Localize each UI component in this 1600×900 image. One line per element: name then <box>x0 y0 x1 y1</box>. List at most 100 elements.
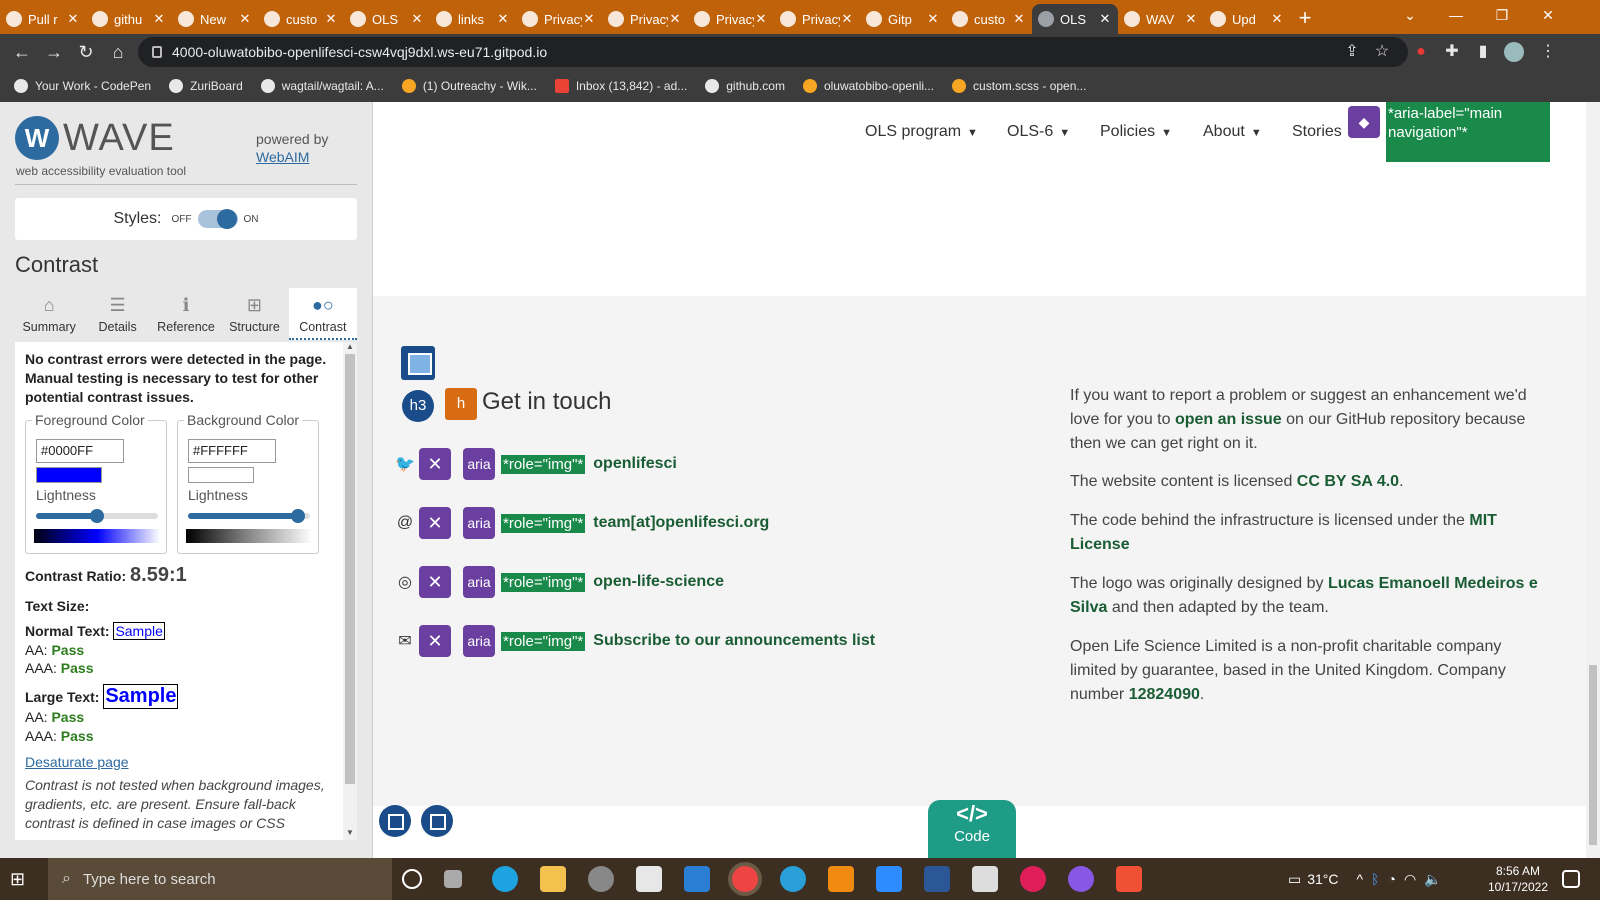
foreground-lightness-slider[interactable] <box>36 509 158 523</box>
reload-icon[interactable]: ↻ <box>70 36 102 68</box>
page-scrollbar[interactable] <box>1586 102 1600 858</box>
temperature[interactable]: 31°C <box>1307 871 1338 887</box>
volume-icon[interactable]: 🔈 <box>1424 871 1441 888</box>
scroll-up-arrow[interactable]: ▲ <box>343 342 357 354</box>
wave-tab-details[interactable]: ☰ Details <box>83 288 151 340</box>
panel-scrollbar[interactable]: ▲ ▼ <box>343 342 357 840</box>
browser-tab[interactable]: OLS ✕ <box>344 4 430 34</box>
bookmark-item[interactable]: custom.scss - open... <box>952 79 1086 93</box>
git-icon[interactable] <box>1116 866 1142 892</box>
browser-tab[interactable]: Privacy e✕ <box>602 4 688 34</box>
tab-search-icon[interactable]: ⌄ <box>1388 0 1432 30</box>
styles-toggle[interactable] <box>197 209 238 229</box>
nav-item[interactable]: Policies ▼ <box>1100 123 1172 141</box>
footer-landmark-icon[interactable] <box>401 346 435 380</box>
slack-icon[interactable] <box>1020 866 1046 892</box>
bookmark-item[interactable]: github.com <box>705 79 785 93</box>
contact-link[interactable]: openlifesci <box>593 455 677 473</box>
foreground-swatch[interactable] <box>36 467 102 483</box>
task-view-icon[interactable] <box>444 870 462 888</box>
chrome-icon[interactable] <box>732 866 758 892</box>
webaim-link[interactable]: WebAIM <box>256 149 309 165</box>
tab-close-icon[interactable]: ✕ <box>1098 11 1112 27</box>
wave-tab-summary[interactable]: ⌂ Summary <box>15 288 83 340</box>
slider-knob[interactable] <box>290 509 305 523</box>
minimize-icon[interactable]: — <box>1434 0 1478 30</box>
heading-alert-icon[interactable]: h <box>445 388 477 420</box>
nav-item[interactable]: Stories <box>1292 123 1342 141</box>
wave-tab-reference[interactable]: ℹ Reference <box>152 288 220 340</box>
tab-close-icon[interactable]: ✕ <box>152 11 166 27</box>
error-x-icon[interactable]: ✕ <box>419 566 451 598</box>
aria-badge[interactable]: aria <box>463 625 495 657</box>
nav-item[interactable]: OLS program ▼ <box>865 123 978 141</box>
cortana-icon[interactable] <box>402 869 422 889</box>
clock[interactable]: 8:56 AM 10/17/2022 <box>1483 863 1553 895</box>
vlc-icon[interactable] <box>828 866 854 892</box>
file-explorer-icon[interactable] <box>540 866 566 892</box>
tab-close-icon[interactable]: ✕ <box>496 11 510 27</box>
wave-tab-structure[interactable]: ⊞ Structure <box>220 288 288 340</box>
background-swatch[interactable] <box>188 467 254 483</box>
background-lightness-slider[interactable] <box>188 509 310 523</box>
media-icon[interactable] <box>588 866 614 892</box>
word-icon[interactable] <box>924 866 950 892</box>
notepad-icon[interactable] <box>972 866 998 892</box>
notifications-icon[interactable] <box>1562 870 1580 888</box>
tab-close-icon[interactable]: ✕ <box>238 11 252 27</box>
code-button[interactable]: </> Code <box>928 800 1016 858</box>
network-icon[interactable]: ◔ <box>1388 871 1396 887</box>
weather-icon[interactable]: ▭ <box>1288 871 1301 888</box>
browser-tab[interactable]: custo ✕ <box>258 4 344 34</box>
error-x-icon[interactable]: ✕ <box>419 507 451 539</box>
store-icon[interactable] <box>636 866 662 892</box>
contact-link[interactable]: team[at]openlifesci.org <box>593 514 769 532</box>
browser-tab[interactable]: New ✕ <box>172 4 258 34</box>
address-bar[interactable]: 4000-oluwatobibo-openlifesci-csw4vqj9dxl… <box>138 37 1408 67</box>
slider-knob[interactable] <box>90 509 104 523</box>
open-issue-link[interactable]: open an issue <box>1175 411 1282 428</box>
error-x-icon[interactable]: ✕ <box>419 448 451 480</box>
browser-tab[interactable]: Upd ✕ <box>1204 4 1290 34</box>
scroll-down-arrow[interactable]: ▼ <box>343 828 357 840</box>
windows-start-icon[interactable]: ⊞ <box>10 868 32 890</box>
region-icon[interactable] <box>379 805 411 837</box>
aria-badge[interactable]: aria <box>463 566 495 598</box>
extensions-puzzle-icon[interactable]: ✚ <box>1442 42 1462 62</box>
browser-tab[interactable]: WAV ✕ <box>1118 4 1204 34</box>
aria-label-icon[interactable]: ◆ <box>1348 106 1380 138</box>
tab-close-icon[interactable]: ✕ <box>582 11 596 27</box>
nav-item[interactable]: About ▼ <box>1203 123 1262 141</box>
new-tab-icon[interactable]: + <box>1290 4 1320 34</box>
aria-badge[interactable]: aria <box>463 448 495 480</box>
forward-icon[interactable]: → <box>38 36 70 68</box>
tab-close-icon[interactable]: ✕ <box>926 11 940 27</box>
browser-tab[interactable]: OLS ✕ <box>1032 4 1118 34</box>
browser-tab[interactable]: Privacy e✕ <box>774 4 860 34</box>
side-panel-icon[interactable]: ▮ <box>1473 42 1493 62</box>
company-number-link[interactable]: 12824090 <box>1129 686 1200 703</box>
vscode-icon[interactable] <box>684 866 710 892</box>
tab-close-icon[interactable]: ✕ <box>668 11 682 27</box>
bluetooth-icon[interactable]: ᛒ <box>1371 871 1379 887</box>
contact-link[interactable]: open-life-science <box>593 573 724 591</box>
tab-close-icon[interactable]: ✕ <box>410 11 424 27</box>
aria-badge[interactable]: aria <box>463 507 495 539</box>
wifi-icon[interactable]: ◠ <box>1404 871 1416 888</box>
tab-close-icon[interactable]: ✕ <box>840 11 854 27</box>
bookmark-item[interactable]: (1) Outreachy - Wik... <box>401 79 537 93</box>
nav-item[interactable]: OLS-6 ▼ <box>1007 123 1070 141</box>
share-icon[interactable]: ⇪ <box>1342 42 1362 62</box>
bookmark-item[interactable]: Your Work - CodePen <box>14 79 151 93</box>
error-x-icon[interactable]: ✕ <box>419 625 451 657</box>
h3-badge-icon[interactable]: h3 <box>402 390 434 422</box>
bookmark-item[interactable]: ZuriBoard <box>169 79 243 93</box>
back-icon[interactable]: ← <box>6 36 38 68</box>
bookmark-item[interactable]: oluwatobibo-openli... <box>802 79 934 93</box>
tab-close-icon[interactable]: ✕ <box>754 11 768 27</box>
edge-icon[interactable] <box>492 866 518 892</box>
tab-close-icon[interactable]: ✕ <box>324 11 338 27</box>
browser-tab[interactable]: custo ✕ <box>946 4 1032 34</box>
page-scroll-thumb[interactable] <box>1589 665 1597 845</box>
bookmark-item[interactable]: Inbox (13,842) - ad... <box>554 79 687 93</box>
